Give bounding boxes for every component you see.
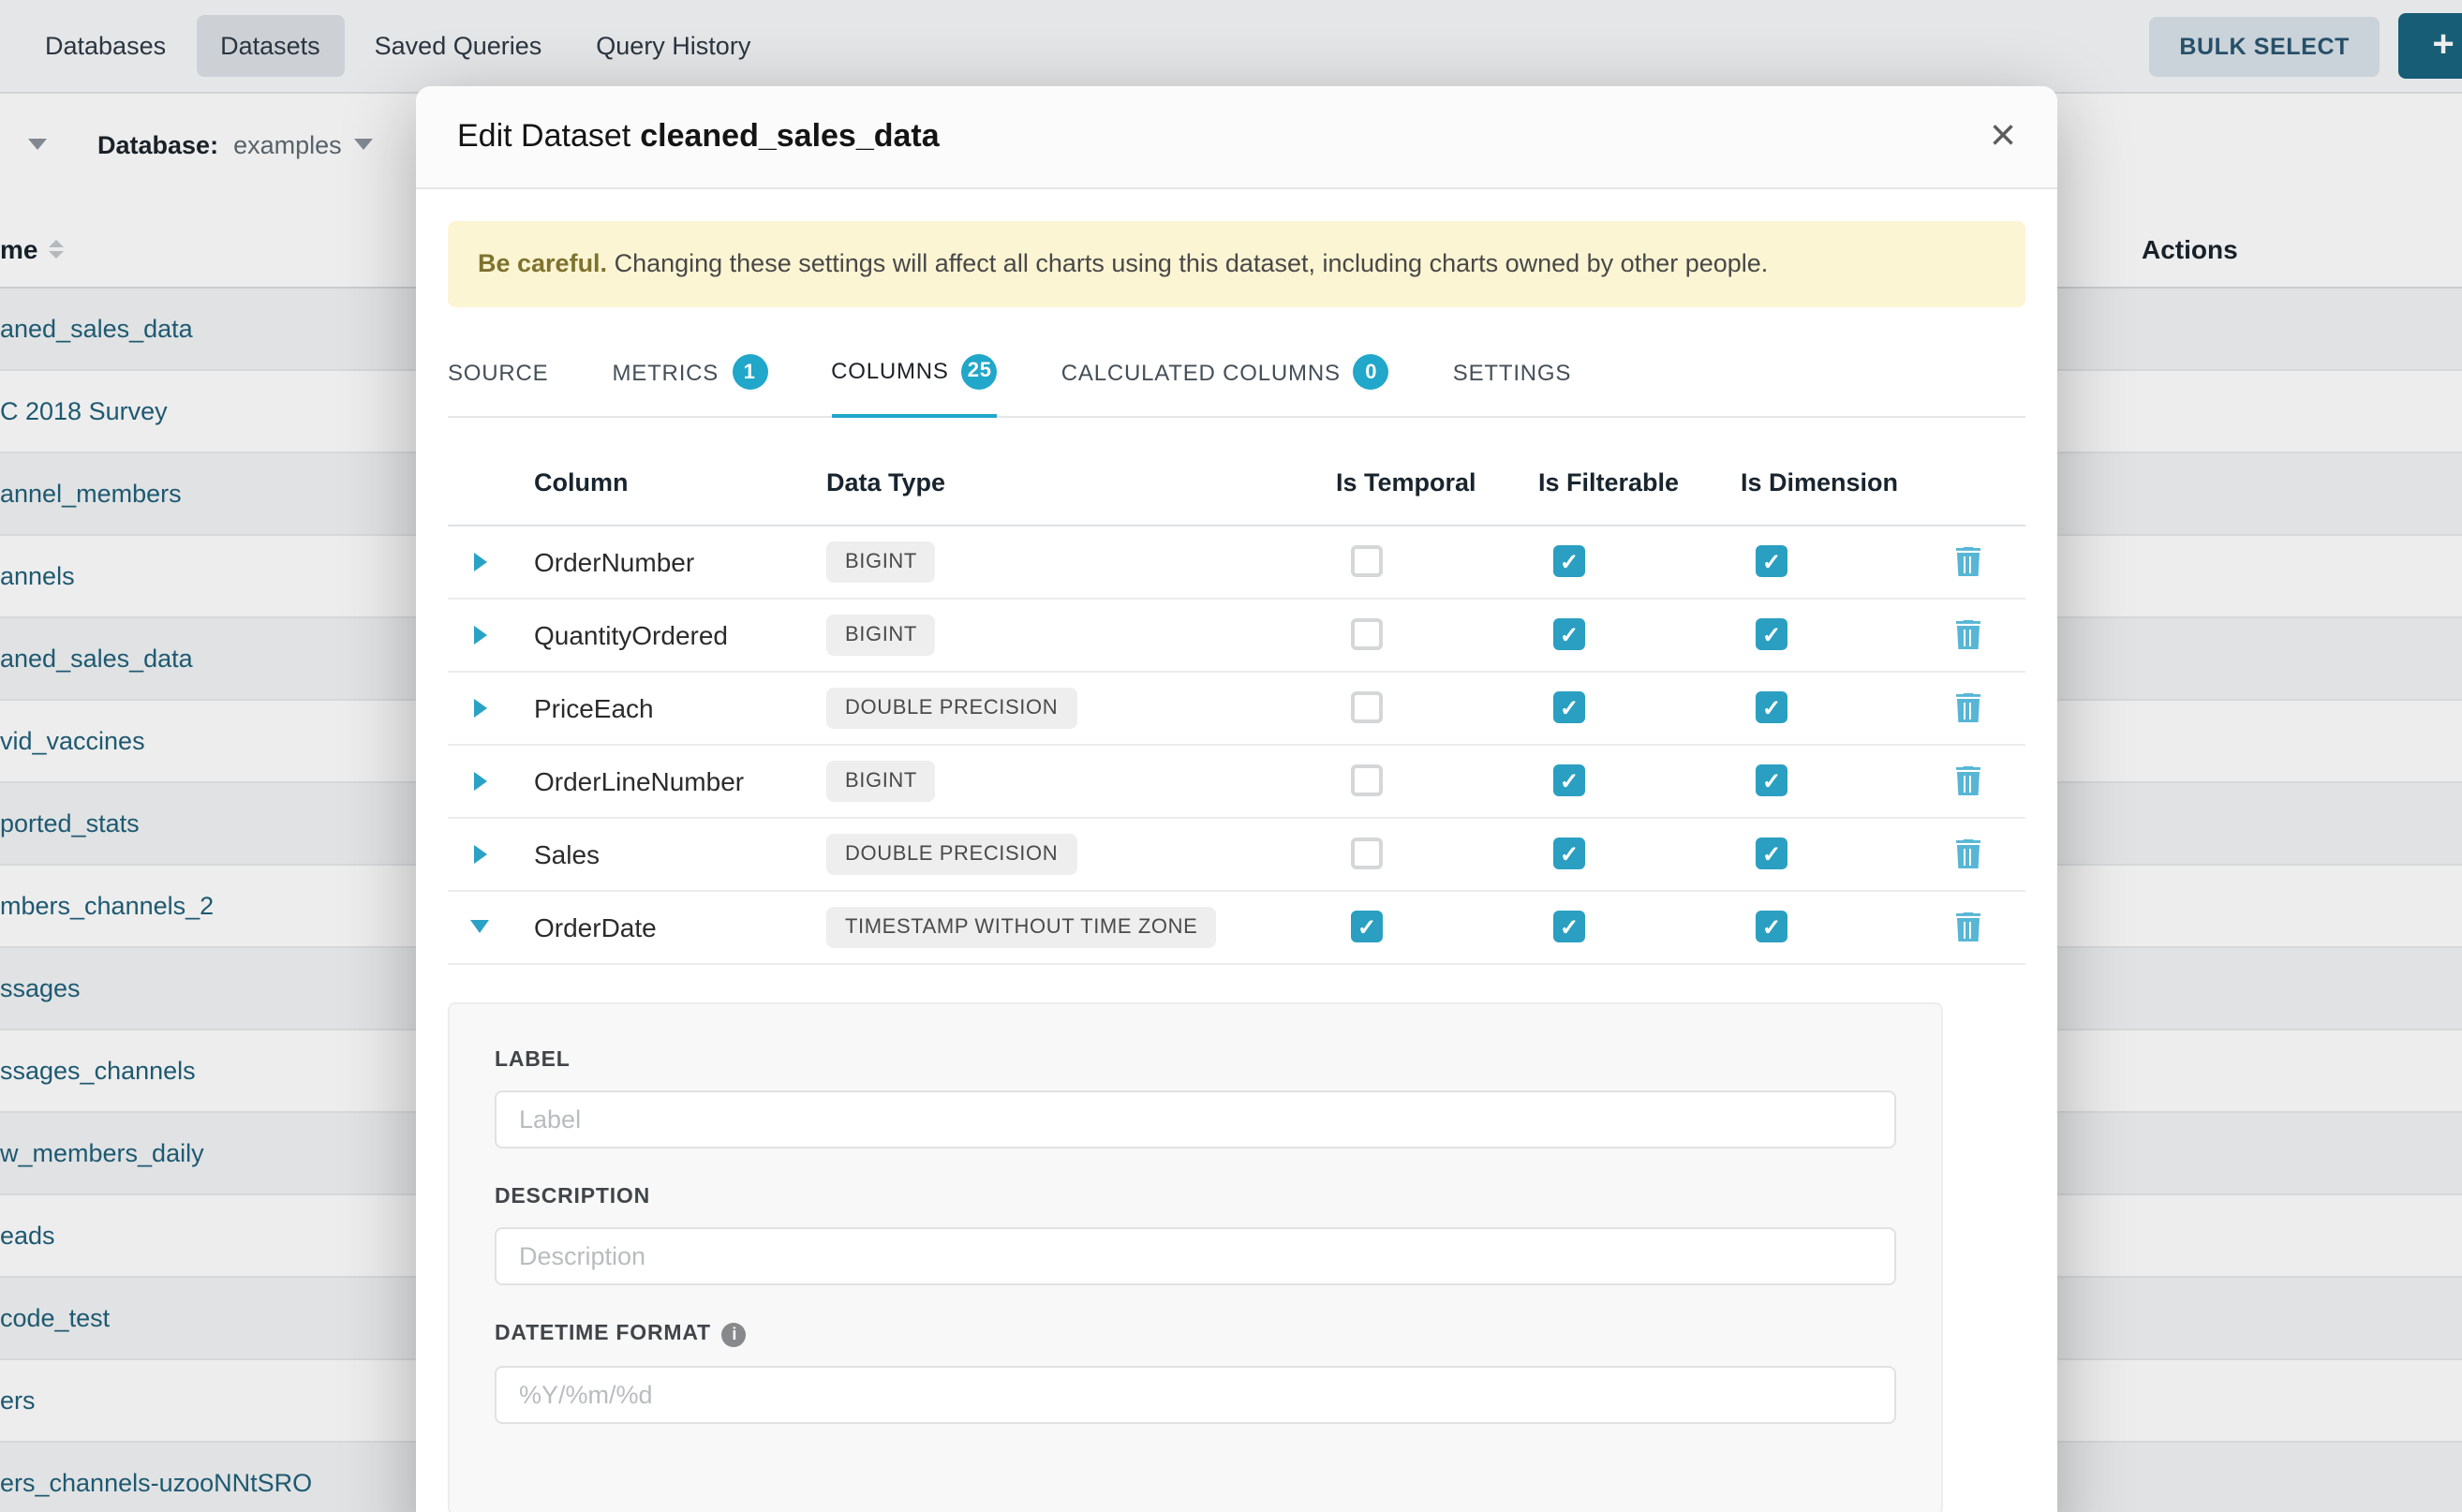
form-field: DATETIME FORMAT i bbox=[495, 1322, 1896, 1423]
data-type-badge: TIMESTAMP WITHOUT TIME ZONE bbox=[826, 906, 1216, 947]
expand-caret-icon[interactable] bbox=[473, 698, 486, 717]
modal-dataset-name: cleaned_sales_data bbox=[640, 118, 939, 154]
delete-column-icon[interactable] bbox=[1954, 765, 1982, 795]
screen: DatabasesDatasetsSaved QueriesQuery Hist… bbox=[0, 0, 2462, 1512]
is-filterable-checkbox[interactable]: ✓ bbox=[1553, 691, 1585, 723]
column-row: OrderLineNumberBIGINT ✓ ✓ bbox=[448, 745, 2025, 818]
data-type-badge: BIGINT bbox=[826, 760, 936, 801]
header-is-filterable: Is Filterable bbox=[1538, 467, 1741, 496]
delete-column-icon[interactable] bbox=[1954, 619, 1982, 649]
warning-banner: Be careful. Changing these settings will… bbox=[448, 221, 2025, 306]
delete-column-icon[interactable] bbox=[1954, 546, 1982, 576]
tab-label: METRICS bbox=[613, 359, 719, 385]
column-name: OrderNumber bbox=[512, 546, 826, 576]
expand-caret-icon[interactable] bbox=[473, 625, 486, 644]
column-name: QuantityOrdered bbox=[512, 619, 826, 649]
data-type-badge: DOUBLE PRECISION bbox=[826, 833, 1076, 874]
is-dimension-checkbox[interactable]: ✓ bbox=[1756, 618, 1787, 650]
description-input[interactable] bbox=[495, 1226, 1896, 1284]
is-filterable-checkbox[interactable]: ✓ bbox=[1553, 838, 1585, 869]
column-row: OrderDateTIMESTAMP WITHOUT TIME ZONE ✓ ✓ ✓ bbox=[448, 891, 2025, 964]
is-temporal-checkbox[interactable] bbox=[1351, 764, 1383, 796]
tab-label: SOURCE bbox=[448, 359, 549, 385]
column-name: OrderDate bbox=[512, 912, 826, 941]
header-is-temporal: Is Temporal bbox=[1336, 467, 1538, 496]
tab-calculated-columns[interactable]: CALCULATED COLUMNS 0 bbox=[1061, 334, 1389, 415]
expand-caret-icon[interactable] bbox=[473, 771, 486, 790]
is-temporal-checkbox[interactable] bbox=[1351, 838, 1383, 869]
header-is-dimension: Is Dimension bbox=[1741, 467, 1943, 496]
is-dimension-checkbox[interactable]: ✓ bbox=[1756, 764, 1787, 796]
delete-column-icon[interactable] bbox=[1954, 692, 1982, 722]
column-row: SalesDOUBLE PRECISION ✓ ✓ bbox=[448, 818, 2025, 891]
delete-column-icon[interactable] bbox=[1954, 912, 1982, 941]
is-dimension-checkbox[interactable]: ✓ bbox=[1756, 691, 1787, 723]
info-icon[interactable]: i bbox=[722, 1322, 747, 1346]
datetime-format-label: DATETIME FORMAT bbox=[495, 1323, 711, 1345]
is-filterable-checkbox[interactable]: ✓ bbox=[1553, 618, 1585, 650]
column-row: OrderNumberBIGINT ✓ ✓ bbox=[448, 526, 2025, 599]
tab-columns[interactable]: COLUMNS 25 bbox=[831, 334, 998, 417]
modal-title: Edit Dataset cleaned_sales_data bbox=[457, 118, 940, 156]
metrics-count-badge: 1 bbox=[732, 354, 767, 390]
is-dimension-checkbox[interactable]: ✓ bbox=[1756, 838, 1787, 869]
delete-column-icon[interactable] bbox=[1954, 838, 1982, 868]
warning-banner-text: Changing these settings will affect all … bbox=[607, 249, 1768, 277]
columns-count-badge: 25 bbox=[962, 353, 998, 389]
header-data-type: Data Type bbox=[826, 467, 1336, 496]
column-row: PriceEachDOUBLE PRECISION ✓ ✓ bbox=[448, 672, 2025, 745]
column-name: Sales bbox=[512, 838, 826, 868]
columns-table-header: Column Data Type Is Temporal Is Filterab… bbox=[448, 439, 2025, 526]
expand-caret-icon[interactable] bbox=[473, 552, 486, 571]
tab-label: CALCULATED COLUMNS bbox=[1061, 359, 1341, 385]
edit-dataset-modal: Edit Dataset cleaned_sales_data × Be care… bbox=[416, 86, 2057, 1512]
is-temporal-checkbox[interactable] bbox=[1351, 545, 1383, 577]
form-field: DESCRIPTION bbox=[495, 1185, 1896, 1284]
tab-label: COLUMNS bbox=[831, 358, 949, 384]
tab-metrics[interactable]: METRICS 1 bbox=[613, 334, 768, 415]
label-label: LABEL bbox=[495, 1048, 571, 1071]
column-name: OrderLineNumber bbox=[512, 765, 826, 795]
header-column: Column bbox=[512, 467, 826, 496]
is-filterable-checkbox[interactable]: ✓ bbox=[1553, 911, 1585, 942]
is-dimension-checkbox[interactable]: ✓ bbox=[1756, 545, 1787, 577]
is-temporal-checkbox[interactable] bbox=[1351, 691, 1383, 723]
is-filterable-checkbox[interactable]: ✓ bbox=[1553, 545, 1585, 577]
modal-title-prefix: Edit Dataset bbox=[457, 118, 630, 154]
is-temporal-checkbox[interactable] bbox=[1351, 618, 1383, 650]
data-type-badge: DOUBLE PRECISION bbox=[826, 687, 1076, 728]
label-input[interactable] bbox=[495, 1090, 1896, 1148]
tab-label: SETTINGS bbox=[1453, 359, 1571, 385]
modal-body: Be careful. Changing these settings will… bbox=[416, 189, 2057, 1512]
modal-tabs: SOURCE METRICS 1 COLUMNS 25 CALCULATED COLUMN… bbox=[448, 334, 2025, 417]
is-filterable-checkbox[interactable]: ✓ bbox=[1553, 764, 1585, 796]
datetime-format-input[interactable] bbox=[495, 1365, 1896, 1423]
is-dimension-checkbox[interactable]: ✓ bbox=[1756, 911, 1787, 942]
collapse-caret-icon[interactable] bbox=[470, 920, 489, 933]
column-detail-panel: LABEL DESCRIPTION DATETIME FORMAT i bbox=[448, 1001, 1943, 1512]
data-type-badge: BIGINT bbox=[826, 614, 936, 655]
modal-header: Edit Dataset cleaned_sales_data × bbox=[416, 86, 2057, 189]
warning-banner-bold: Be careful. bbox=[478, 249, 607, 277]
close-icon[interactable]: × bbox=[1990, 114, 2016, 159]
tab-source[interactable]: SOURCE bbox=[448, 334, 549, 415]
column-row: QuantityOrderedBIGINT ✓ ✓ bbox=[448, 599, 2025, 672]
calculated-columns-count-badge: 0 bbox=[1354, 354, 1389, 390]
column-rows: OrderNumberBIGINT✓✓QuantityOrderedBIGINT… bbox=[448, 526, 2025, 964]
column-name: PriceEach bbox=[512, 692, 826, 722]
form-fields: LABEL DESCRIPTION DATETIME FORMAT i bbox=[495, 1048, 1896, 1423]
expand-caret-icon[interactable] bbox=[473, 844, 486, 863]
is-temporal-checkbox[interactable]: ✓ bbox=[1351, 911, 1383, 942]
data-type-badge: BIGINT bbox=[826, 541, 936, 582]
tab-settings[interactable]: SETTINGS bbox=[1453, 334, 1571, 415]
form-field: LABEL bbox=[495, 1048, 1896, 1148]
description-label: DESCRIPTION bbox=[495, 1185, 650, 1208]
